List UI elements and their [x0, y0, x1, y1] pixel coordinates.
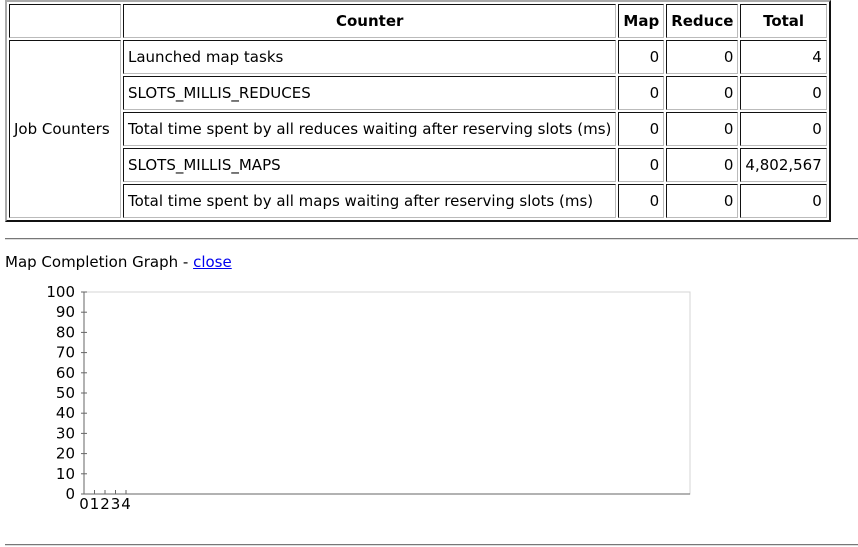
header-counter: Counter: [123, 4, 617, 38]
y-tick-label: 100: [46, 283, 75, 301]
counter-name: SLOTS_MILLIS_REDUCES: [123, 76, 617, 110]
y-tick-label: 40: [56, 404, 75, 422]
counter-name: Total time spent by all maps waiting aft…: [123, 184, 617, 218]
total-value: 4: [740, 40, 827, 74]
total-value: 0: [740, 112, 827, 146]
graph-heading: Map Completion Graph - close: [5, 251, 232, 273]
y-axis-ticks: 0 10 20 30 40 50 60 70 80 90 100: [46, 283, 87, 503]
y-tick-label: 70: [56, 344, 75, 362]
reduce-value: 0: [666, 184, 739, 218]
total-value: 0: [740, 184, 827, 218]
job-counters-table: Counter Map Reduce Total Job Counters La…: [5, 0, 831, 222]
map-value: 0: [618, 148, 665, 182]
counter-name: Total time spent by all reduces waiting …: [123, 112, 617, 146]
x-tick-label: 1: [90, 495, 100, 513]
table-row: Total time spent by all maps waiting aft…: [9, 184, 827, 218]
map-value: 0: [618, 112, 665, 146]
close-graph-link[interactable]: close: [193, 253, 232, 271]
header-blank: [9, 4, 121, 38]
header-total: Total: [740, 4, 827, 38]
total-value: 0: [740, 76, 827, 110]
counter-name: SLOTS_MILLIS_MAPS: [123, 148, 617, 182]
reduce-value: 0: [666, 148, 739, 182]
x-tick-label: 2: [100, 495, 110, 513]
y-tick-label: 20: [56, 445, 75, 463]
y-tick-label: 90: [56, 303, 75, 321]
map-value: 0: [618, 184, 665, 218]
y-tick-label: 60: [56, 364, 75, 382]
header-reduce: Reduce: [666, 4, 739, 38]
table-row: SLOTS_MILLIS_MAPS 0 0 4,802,567: [9, 148, 827, 182]
reduce-value: 0: [666, 40, 739, 74]
y-tick-label: 50: [56, 384, 75, 402]
counter-group-label: Job Counters: [9, 40, 121, 218]
x-tick-label: 3: [111, 495, 121, 513]
map-completion-graph: 0102030405060708090100 01234: [46, 283, 691, 513]
horizontal-rule: [5, 544, 858, 546]
table-row: Total time spent by all reduces waiting …: [9, 112, 827, 146]
y-tick-label: 80: [56, 323, 75, 341]
total-value: 4,802,567: [740, 148, 827, 182]
header-map: Map: [618, 4, 665, 38]
table-header-row: Counter Map Reduce Total: [9, 4, 827, 38]
counter-name: Launched map tasks: [123, 40, 617, 74]
horizontal-rule: [5, 238, 858, 240]
graph-title: Map Completion Graph -: [5, 253, 194, 271]
table-row: Job Counters Launched map tasks 0 0 4: [9, 40, 827, 218]
reduce-value: 0: [666, 112, 739, 146]
y-tick-label: 30: [56, 424, 75, 442]
reduce-value: 0: [666, 76, 739, 110]
map-value: 0: [618, 40, 665, 74]
x-tick-label: 0: [79, 495, 89, 513]
plot-area: [83, 291, 691, 495]
x-tick-label: 4: [121, 495, 131, 513]
table-row: SLOTS_MILLIS_REDUCES 0 0 0: [9, 76, 827, 110]
y-tick-label: 10: [56, 465, 75, 483]
map-value: 0: [618, 76, 665, 110]
y-tick-label: 0: [65, 485, 75, 503]
